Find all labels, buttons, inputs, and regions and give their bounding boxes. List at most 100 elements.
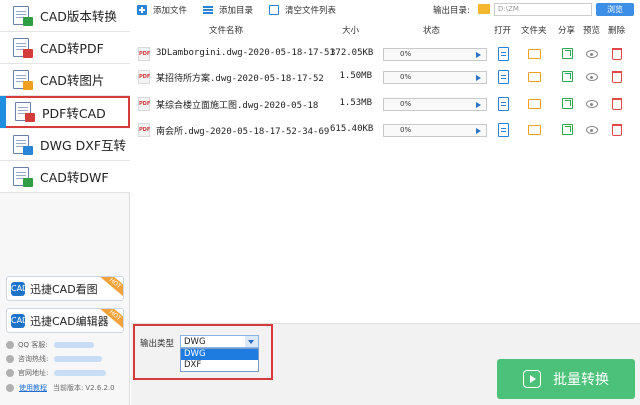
cad-to-dwf-icon <box>12 166 36 187</box>
progress-text: 0% <box>400 100 412 108</box>
batch-convert-button[interactable]: 批量转换 <box>497 359 635 399</box>
progress-text: 0% <box>400 73 412 81</box>
share-icon[interactable] <box>562 124 573 135</box>
share-icon[interactable] <box>562 98 573 109</box>
tutorial-link[interactable]: 使用教程 <box>19 383 47 393</box>
sidebar-item-label: CAD版本转换 <box>40 9 117 24</box>
open-file-icon[interactable] <box>498 70 509 84</box>
preview-eye-icon[interactable] <box>586 73 598 81</box>
file-size: 615.40KB <box>330 124 374 134</box>
promo-label: 迅捷CAD编辑器 <box>30 314 109 328</box>
open-file-icon[interactable] <box>498 47 509 61</box>
sidebar-item-cad-version[interactable]: CAD版本转换 <box>0 0 130 32</box>
output-type-selected: DWG <box>184 337 206 347</box>
app-window: CAD版本转换 CAD转PDF CAD转图片 PDF转CAD DWG DXF互转… <box>0 0 640 405</box>
browse-button[interactable]: 浏览 <box>596 3 634 16</box>
file-name: 3DLamborgini.dwg-2020-05-18-17-51 <box>156 48 335 58</box>
output-dir-label: 输出目录: <box>433 6 470 16</box>
play-icon[interactable] <box>476 52 481 58</box>
clear-list-label: 清空文件列表 <box>285 6 337 16</box>
table-row[interactable]: PDF 南会所.dwg-2020-05-18-17-52-34-69 615.4… <box>131 119 640 141</box>
progress-bar: 0% <box>383 124 487 137</box>
promo-label: 迅捷CAD看图 <box>30 282 98 296</box>
hotline-value-redacted <box>54 356 103 362</box>
file-name: 某招待所方案.dwg-2020-05-18-17-52 <box>156 74 324 84</box>
promo-cad-editor[interactable]: CAD 迅捷CAD编辑器 HOT <box>6 308 124 333</box>
header-share: 分享 <box>558 26 576 36</box>
play-icon[interactable] <box>476 102 481 108</box>
qq-support: QQ 客服: <box>6 339 94 351</box>
share-icon[interactable] <box>562 48 573 59</box>
sidebar-item-pdf-to-cad[interactable]: PDF转CAD <box>0 96 130 128</box>
sidebar-item-label: CAD转图片 <box>40 73 105 88</box>
delete-trash-icon[interactable] <box>612 98 622 110</box>
progress-text: 0% <box>400 50 412 58</box>
sidebar-item-dwg-dxf[interactable]: DWG DXF互转 <box>0 129 130 161</box>
add-dir-label: 添加目录 <box>219 6 254 16</box>
delete-trash-icon[interactable] <box>612 124 622 136</box>
header-size: 大小 <box>342 26 360 36</box>
help-icon <box>6 384 14 392</box>
header-delete: 删除 <box>608 26 626 36</box>
sidebar-item-cad-to-image[interactable]: CAD转图片 <box>0 64 130 96</box>
add-file-button[interactable]: 添加文件 <box>137 4 187 16</box>
open-file-icon[interactable] <box>498 123 509 137</box>
promo-cad-viewer[interactable]: CAD 迅捷CAD看图 HOT <box>6 276 124 301</box>
pdf-file-icon: PDF <box>138 47 150 61</box>
cad-viewer-icon: CAD <box>11 281 28 296</box>
sidebar-item-label: DWG DXF互转 <box>40 138 127 153</box>
header-status: 状态 <box>423 26 441 36</box>
version-row: 使用教程 当前版本: V2.6.2.0 <box>6 382 115 394</box>
play-icon[interactable] <box>476 128 481 134</box>
sidebar-item-cad-to-pdf[interactable]: CAD转PDF <box>0 32 130 64</box>
preview-eye-icon[interactable] <box>586 100 598 108</box>
table-row[interactable]: PDF 某综合楼立面施工图.dwg-2020-05-18 1.53MB 0% <box>131 93 640 115</box>
file-size: 1.50MB <box>339 71 372 81</box>
plus-icon <box>137 5 147 15</box>
clear-list-button[interactable]: 清空文件列表 <box>269 4 336 16</box>
cad-to-image-icon <box>12 69 36 90</box>
output-type-select[interactable]: DWG <box>180 335 259 348</box>
header-name: 文件名称 <box>209 26 244 36</box>
output-type-options: DWG DXF <box>180 348 259 372</box>
open-folder-icon[interactable] <box>528 125 541 135</box>
header-folder: 文件夹 <box>521 26 547 36</box>
clear-icon <box>269 5 280 15</box>
preview-eye-icon[interactable] <box>586 50 598 58</box>
cad-editor-icon: CAD <box>11 313 28 328</box>
open-folder-icon[interactable] <box>528 49 541 59</box>
share-icon[interactable] <box>562 71 573 82</box>
add-dir-button[interactable]: 添加目录 <box>203 4 253 16</box>
file-size: 1.53MB <box>339 98 372 108</box>
option-dxf[interactable]: DXF <box>181 360 258 371</box>
sidebar-item-label: CAD转PDF <box>40 41 104 56</box>
table-header: 文件名称 大小 状态 打开 文件夹 分享 预览 删除 <box>131 24 640 38</box>
play-icon[interactable] <box>476 75 481 81</box>
output-type-panel: 输出类型 DWG DWG DXF <box>133 324 273 380</box>
open-file-icon[interactable] <box>498 97 509 111</box>
website-label: 官网地址: <box>18 369 49 377</box>
option-dwg[interactable]: DWG <box>181 349 258 360</box>
table-row[interactable]: PDF 某招待所方案.dwg-2020-05-18-17-52 1.50MB 0… <box>131 66 640 88</box>
chevron-down-icon[interactable] <box>245 336 258 347</box>
hot-badge: HOT <box>100 277 123 297</box>
pdf-file-icon: PDF <box>138 123 150 137</box>
version-label: 当前版本: <box>53 384 84 392</box>
sidebar-item-cad-to-dwf[interactable]: CAD转DWF <box>0 161 130 193</box>
open-folder-icon[interactable] <box>528 72 541 82</box>
version-value: V2.6.2.0 <box>85 384 115 392</box>
pdf-to-cad-icon <box>14 102 38 122</box>
delete-trash-icon[interactable] <box>612 48 622 60</box>
folder-icon[interactable] <box>478 4 490 14</box>
delete-trash-icon[interactable] <box>612 71 622 83</box>
website-value-redacted <box>54 370 107 376</box>
progress-bar: 0% <box>383 71 487 84</box>
pdf-file-icon: PDF <box>138 70 150 84</box>
table-row[interactable]: PDF 3DLamborgini.dwg-2020-05-18-17-51 37… <box>131 43 640 65</box>
preview-eye-icon[interactable] <box>586 126 598 134</box>
output-dir-input[interactable]: D:\ZM <box>494 3 592 16</box>
progress-text: 0% <box>400 126 412 134</box>
cad-to-pdf-icon <box>12 37 36 58</box>
pdf-file-icon: PDF <box>138 97 150 111</box>
open-folder-icon[interactable] <box>528 99 541 109</box>
